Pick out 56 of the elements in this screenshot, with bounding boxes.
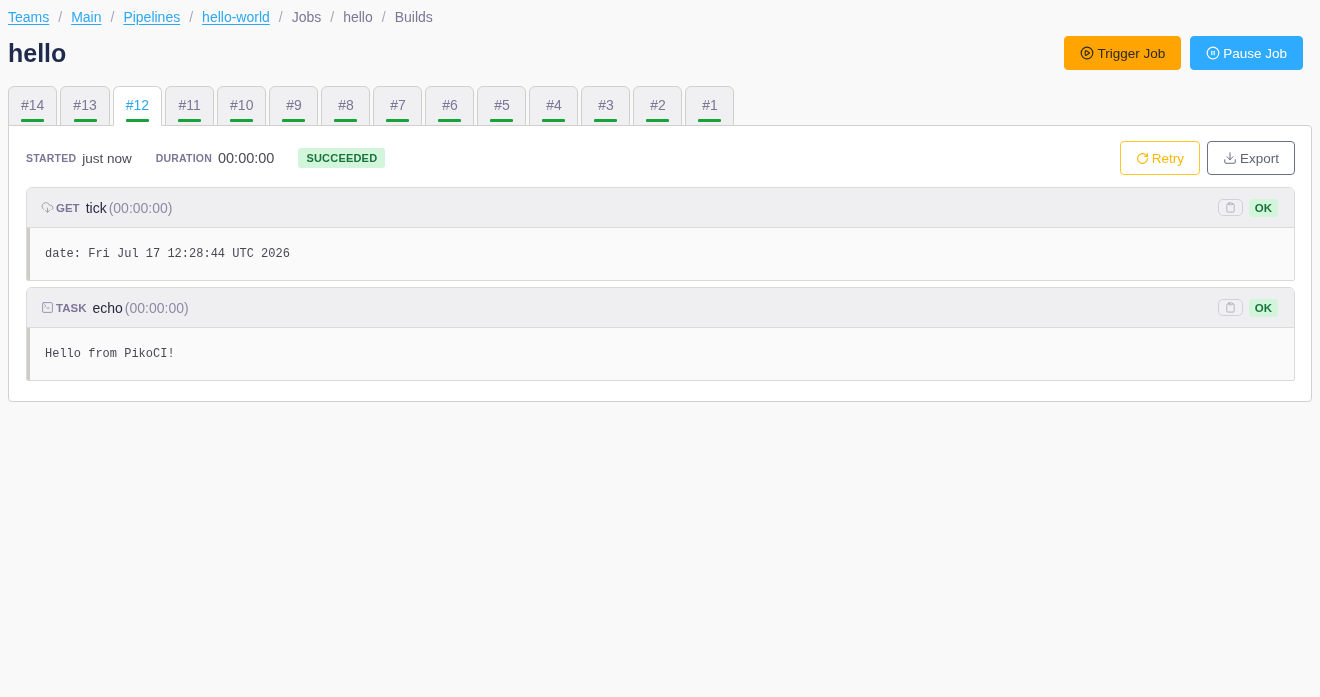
cloud-download-icon <box>41 201 54 214</box>
clipboard-icon <box>1224 202 1236 213</box>
breadcrumb-text: Builds <box>394 9 433 25</box>
step-duration: (00:00:00) <box>108 199 173 216</box>
build-tab[interactable]: #7 <box>373 86 423 126</box>
breadcrumb-separator: / <box>381 9 386 25</box>
build-tab[interactable]: #9 <box>269 86 319 126</box>
build-tab[interactable]: #5 <box>477 86 527 126</box>
build-tab[interactable]: #12 <box>112 86 163 126</box>
trigger-job-button[interactable]: Trigger Job <box>1064 36 1182 70</box>
build-tab[interactable]: #14 <box>8 86 58 126</box>
copy-button[interactable] <box>1217 199 1243 216</box>
pause-job-button[interactable]: Pause Job <box>1190 36 1303 70</box>
refresh-icon <box>1135 151 1149 165</box>
breadcrumb-link[interactable]: Main <box>71 9 102 25</box>
clipboard-icon <box>1224 302 1236 313</box>
build-tab[interactable]: #11 <box>165 86 215 126</box>
build-tab[interactable]: #8 <box>321 86 371 126</box>
page-title: hello <box>8 38 67 68</box>
build-tab[interactable]: #4 <box>529 86 579 126</box>
build-tab[interactable]: #10 <box>217 86 267 126</box>
breadcrumb-separator: / <box>58 9 63 25</box>
download-icon <box>1222 151 1237 165</box>
step-status-badge: OK <box>1248 298 1278 317</box>
breadcrumb-separator: / <box>189 9 194 25</box>
step-name: tick <box>85 199 107 216</box>
breadcrumb-link[interactable]: hello-world <box>202 9 270 25</box>
build-tab[interactable]: #3 <box>581 86 631 126</box>
build-tab[interactable]: #13 <box>60 86 110 126</box>
pause-icon <box>1206 46 1221 60</box>
status-badge: SUCCEEDED <box>298 148 386 168</box>
step-type: TASK <box>56 301 87 314</box>
step-type: GET <box>56 201 80 214</box>
breadcrumb-separator: / <box>278 9 283 25</box>
step-status-badge: OK <box>1248 198 1278 217</box>
meta-label: DURATION <box>155 152 212 164</box>
breadcrumb-separator: / <box>110 9 115 25</box>
terminal-icon <box>41 301 54 314</box>
build-tab[interactable]: #1 <box>685 86 735 126</box>
step-name: echo <box>92 299 123 316</box>
breadcrumb-link[interactable]: Teams <box>8 9 50 25</box>
build-tab[interactable]: #2 <box>633 86 683 126</box>
breadcrumb-separator: / <box>330 9 335 25</box>
breadcrumb-text: Jobs <box>291 9 322 25</box>
breadcrumb-link[interactable]: Pipelines <box>123 9 181 25</box>
meta-label: STARTED <box>26 152 77 164</box>
meta-value: just now <box>82 150 132 166</box>
step-duration: (00:00:00) <box>124 299 189 316</box>
play-icon <box>1080 46 1095 60</box>
build-tab[interactable]: #6 <box>425 86 475 126</box>
output-text: Hello from PikoCI! <box>45 347 175 361</box>
breadcrumb-text: hello <box>343 9 373 25</box>
meta-value: 00:00:00 <box>218 150 275 166</box>
export-button[interactable]: Export <box>1206 141 1295 175</box>
output-text: date: Fri Jul 17 12:28:44 UTC 2026 <box>45 247 290 261</box>
copy-button[interactable] <box>1217 299 1243 316</box>
